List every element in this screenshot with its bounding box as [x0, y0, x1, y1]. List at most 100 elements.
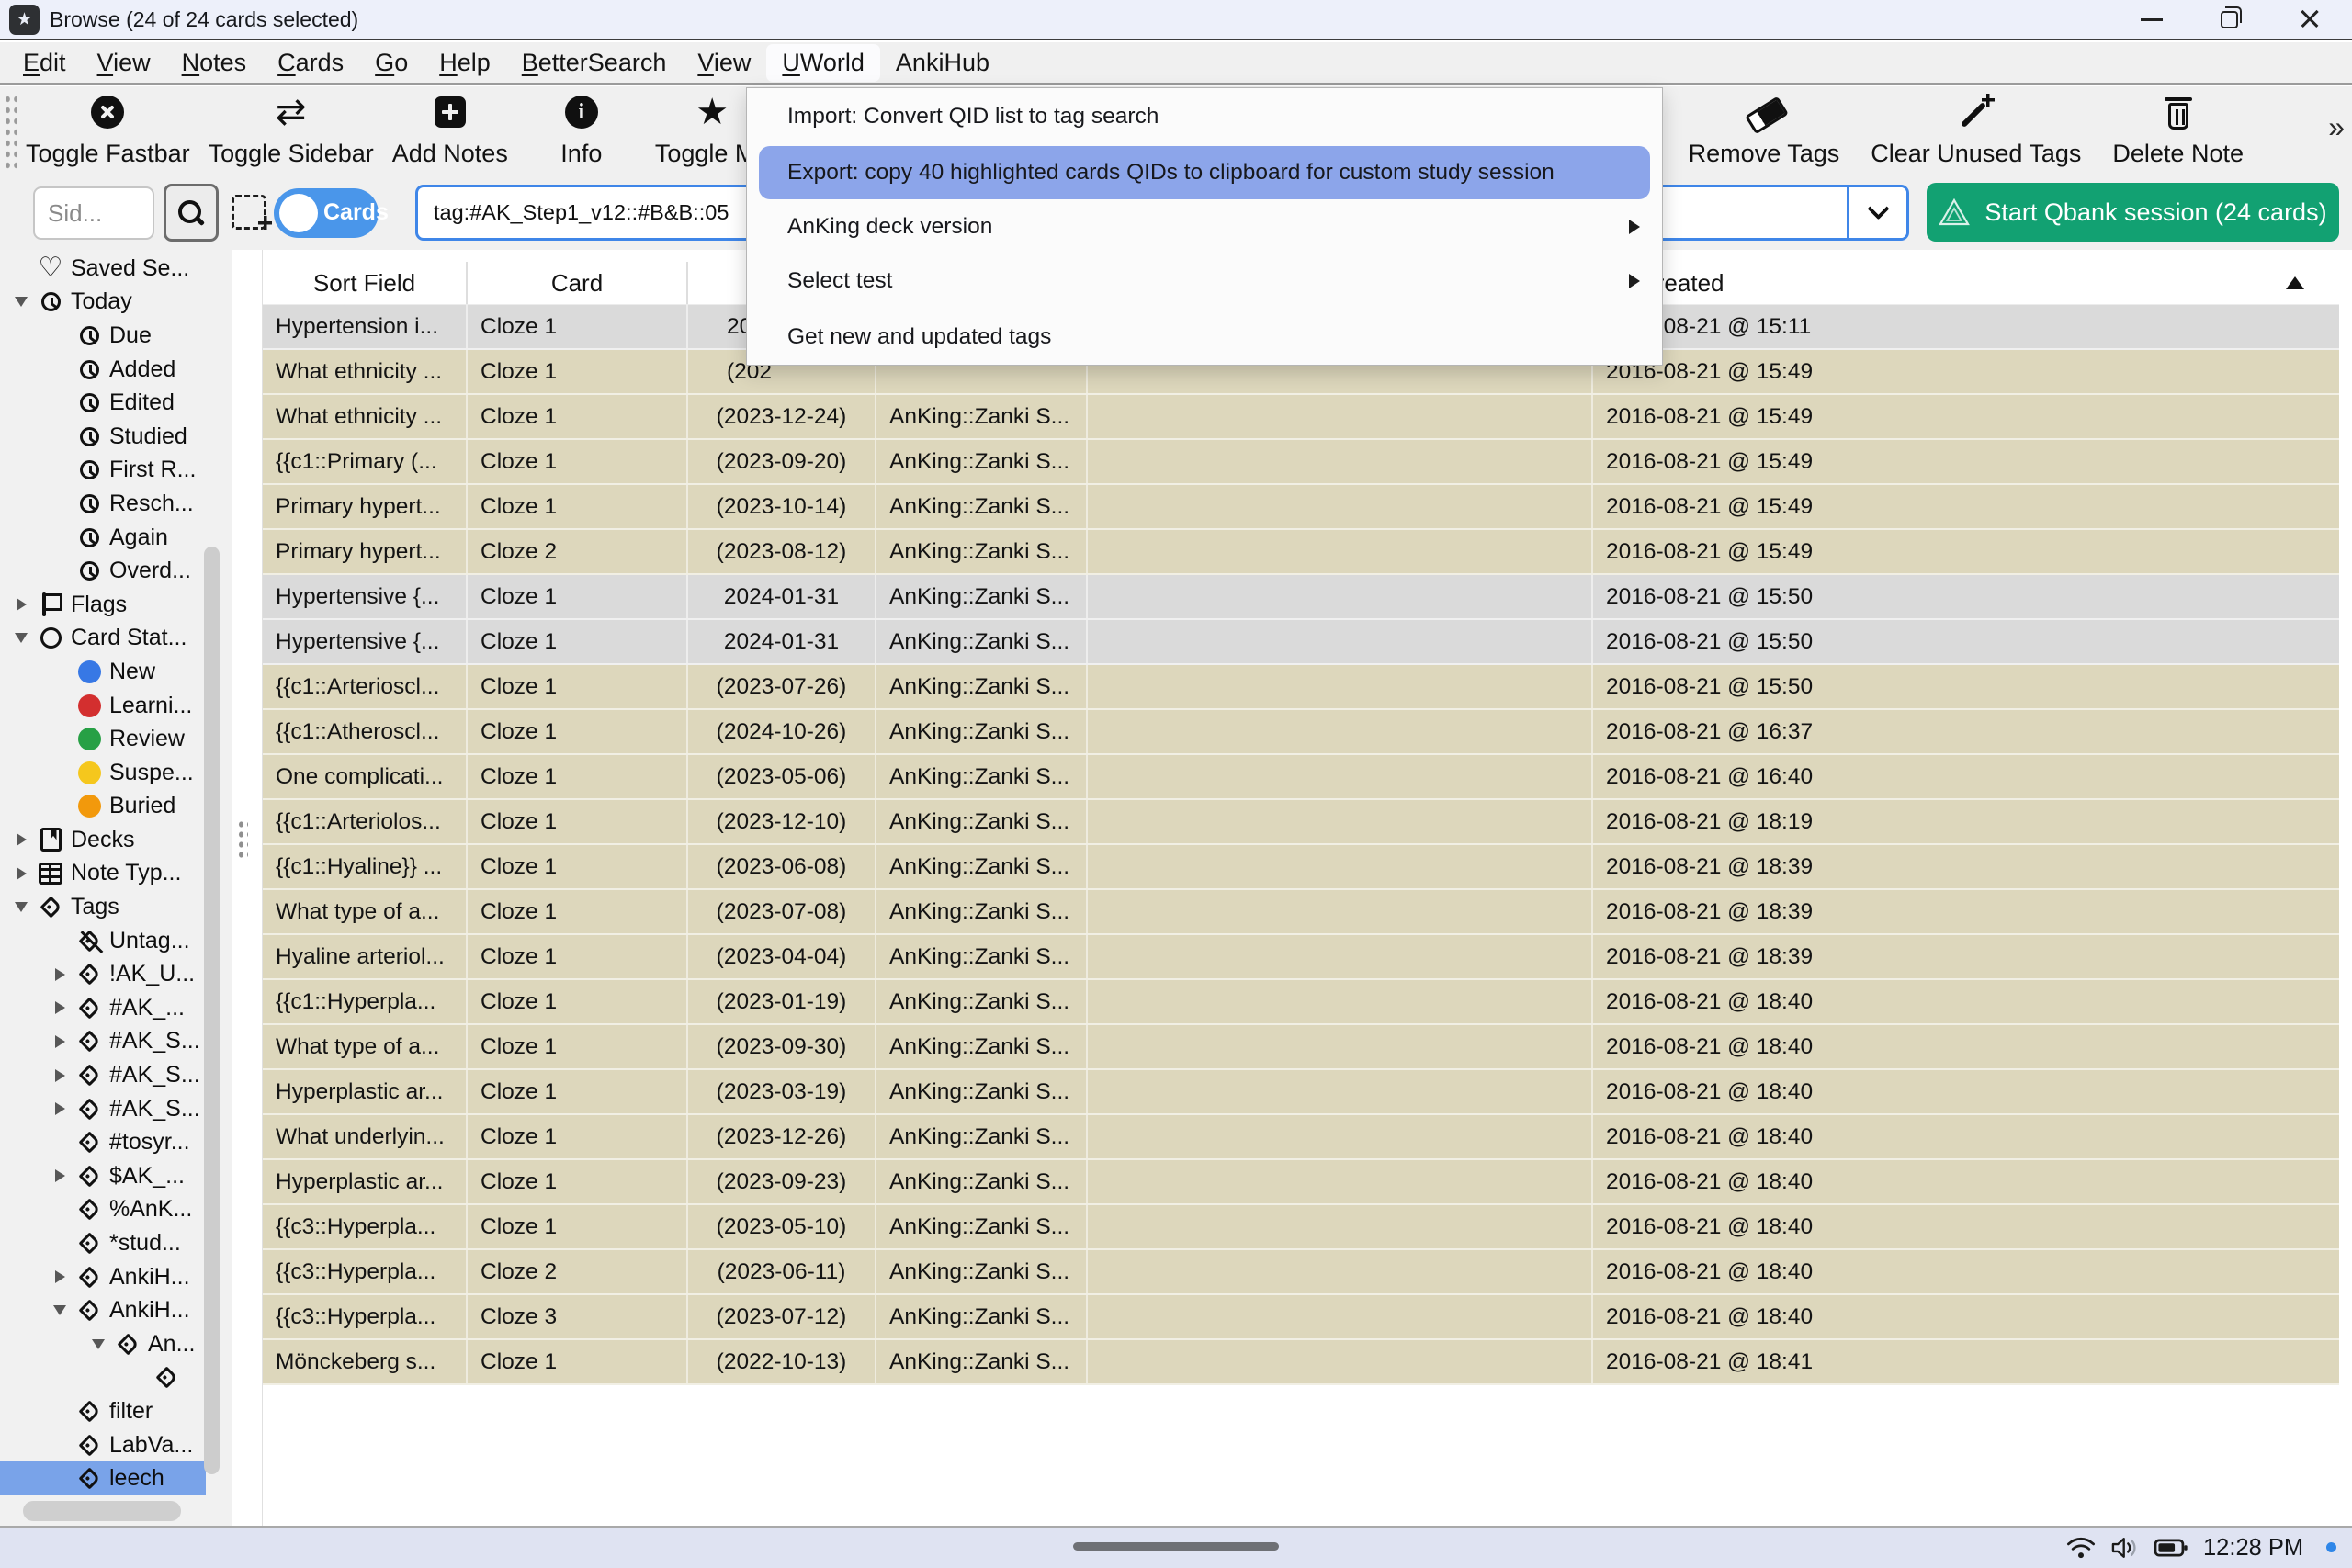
table-row[interactable]: Hyperplastic ar... Cloze 1 (2023-09-23) … [263, 1160, 2339, 1205]
caret-icon[interactable] [46, 1461, 74, 1495]
table-row[interactable]: What type of a... Cloze 1 (2023-07-08) A… [263, 890, 2339, 935]
sidebar-item[interactable]: %AnK... [0, 1193, 206, 1227]
table-row[interactable]: {{c1::Atheroscl... Cloze 1 (2024-10-26) … [263, 710, 2339, 755]
sidebar-item[interactable]: Today [0, 286, 206, 320]
caret-icon[interactable] [7, 252, 35, 286]
sidebar-item[interactable]: Buried [0, 790, 206, 824]
menubar-item[interactable]: Go [359, 44, 424, 82]
table-row[interactable]: Mönckeberg s... Cloze 1 (2022-10-13) AnK… [263, 1340, 2339, 1385]
start-qbank-session-button[interactable]: Start Qbank session (24 cards) [1927, 183, 2339, 242]
table-row[interactable]: {{c1::Arterioscl... Cloze 1 (2023-07-26)… [263, 665, 2339, 710]
menubar-item[interactable]: Notes [166, 44, 263, 82]
sidebar-item[interactable]: Card Stat... [0, 622, 206, 656]
caret-icon[interactable] [46, 1058, 74, 1092]
uworld-menu-item[interactable]: Import: Convert QID list to tag search [747, 88, 1662, 146]
caret-icon[interactable] [46, 1428, 74, 1462]
column-header-created[interactable]: Created [1593, 262, 2339, 304]
sidebar-item[interactable]: Saved Se... [0, 252, 206, 286]
sidebar-item[interactable]: Note Typ... [0, 857, 206, 891]
caret-icon[interactable] [46, 689, 74, 723]
caret-icon[interactable] [123, 1361, 151, 1395]
caret-icon[interactable] [46, 420, 74, 454]
menubar-item[interactable]: Edit [7, 44, 82, 82]
sidebar-item[interactable]: Flags [0, 588, 206, 622]
caret-icon[interactable] [46, 991, 74, 1025]
sidebar-item[interactable]: #AK_S... [0, 1092, 206, 1126]
caret-icon[interactable] [46, 1394, 74, 1428]
toolbar-button[interactable]: Toggle Fastbar [26, 92, 190, 168]
caret-icon[interactable] [46, 1125, 74, 1159]
sidebar-item[interactable]: #AK_S... [0, 1058, 206, 1092]
sidebar-item[interactable]: filter [0, 1394, 206, 1428]
toolbar-button[interactable]: Toggle Sidebar [209, 92, 374, 168]
table-row[interactable]: What type of a... Cloze 1 (2023-09-30) A… [263, 1025, 2339, 1070]
sidebar-horizontal-scrollbar[interactable] [23, 1501, 181, 1521]
sidebar-item[interactable]: Again [0, 521, 206, 555]
system-tray[interactable] [2065, 1531, 2188, 1564]
table-row[interactable]: {{c3::Hyperpla... Cloze 3 (2023-07-12) A… [263, 1295, 2339, 1340]
sidebar-item[interactable]: AnkiH... [0, 1293, 206, 1327]
caret-icon[interactable] [46, 1293, 74, 1327]
table-row[interactable]: {{c3::Hyperpla... Cloze 1 (2023-05-10) A… [263, 1205, 2339, 1250]
search-history-dropdown-button[interactable] [1849, 187, 1906, 238]
menubar-item[interactable]: View [682, 44, 766, 82]
caret-icon[interactable] [46, 454, 74, 488]
caret-icon[interactable] [46, 655, 74, 689]
table-row[interactable]: One complicati... Cloze 1 (2023-05-06) A… [263, 755, 2339, 800]
caret-icon[interactable] [7, 890, 35, 924]
caret-icon[interactable] [46, 722, 74, 756]
caret-icon[interactable] [46, 924, 74, 958]
toolbar-button[interactable]: Add Notes [392, 92, 508, 168]
sidebar-vertical-scrollbar[interactable] [204, 547, 220, 1474]
table-row[interactable]: {{c1::Hyperpla... Cloze 1 (2023-01-19) A… [263, 980, 2339, 1025]
menubar-item[interactable]: UWorld [766, 44, 880, 82]
sidebar-item[interactable]: Review [0, 722, 206, 756]
sidebar-item[interactable]: Tags [0, 890, 206, 924]
uworld-menu-item[interactable]: Get new and updated tags [747, 309, 1662, 365]
caret-icon[interactable] [46, 1226, 74, 1260]
caret-icon[interactable] [46, 957, 74, 991]
table-row[interactable]: Primary hypert... Cloze 1 (2023-10-14) A… [263, 485, 2339, 530]
sidebar-item[interactable]: $AK_... [0, 1159, 206, 1193]
caret-icon[interactable] [46, 1260, 74, 1294]
table-row[interactable]: Hypertensive {... Cloze 1 2024-01-31 AnK… [263, 620, 2339, 665]
sidebar-item[interactable]: !AK_U... [0, 957, 206, 991]
sidebar-item[interactable]: Untag... [0, 924, 206, 958]
menubar-item[interactable]: Cards [262, 44, 359, 82]
table-row[interactable]: What underlyin... Cloze 1 (2023-12-26) A… [263, 1115, 2339, 1160]
cards-notes-toggle[interactable]: Cards [274, 188, 379, 238]
caret-icon[interactable] [7, 857, 35, 891]
uworld-menu-item[interactable]: AnKing deck version [747, 199, 1662, 254]
menubar-item[interactable]: AnkiHub [880, 44, 1005, 82]
sidebar-item[interactable]: Suspe... [0, 756, 206, 790]
toolbar-button[interactable]: Clear Unused Tags [1871, 92, 2081, 168]
caret-icon[interactable] [46, 756, 74, 790]
table-row[interactable]: Hyperplastic ar... Cloze 1 (2023-03-19) … [263, 1070, 2339, 1115]
sidebar-item[interactable]: First R... [0, 454, 206, 488]
uworld-menu-item[interactable]: Export: copy 40 highlighted cards QIDs t… [759, 146, 1650, 199]
table-row[interactable]: Hyaline arteriol... Cloze 1 (2023-04-04)… [263, 935, 2339, 980]
caret-icon[interactable] [46, 1025, 74, 1059]
sidebar-item[interactable]: #AK_... [0, 991, 206, 1025]
table-row[interactable]: Primary hypert... Cloze 2 (2023-08-12) A… [263, 530, 2339, 575]
caret-icon[interactable] [46, 554, 74, 588]
selection-mode-icon[interactable] [232, 195, 266, 230]
table-row[interactable]: {{c1::Primary (... Cloze 1 (2023-09-20) … [263, 440, 2339, 485]
caret-icon[interactable] [46, 1092, 74, 1126]
menubar-item[interactable]: Help [424, 44, 506, 82]
sidebar-item[interactable]: Learni... [0, 689, 206, 723]
column-header-card[interactable]: Card [468, 262, 688, 304]
caret-icon[interactable] [7, 588, 35, 622]
sidebar-item[interactable]: Added [0, 353, 206, 387]
sidebar-item[interactable]: Edited [0, 386, 206, 420]
sidebar-filter-input[interactable] [33, 186, 154, 240]
sidebar-item[interactable]: #AK_S... [0, 1025, 206, 1059]
restore-button[interactable] [2199, 0, 2259, 39]
sidebar-item[interactable]: Decks [0, 823, 206, 857]
caret-icon[interactable] [46, 353, 74, 387]
column-header-sort-field[interactable]: Sort Field [263, 262, 468, 304]
menubar-item[interactable]: BetterSearch [506, 44, 683, 82]
caret-icon[interactable] [85, 1327, 112, 1361]
sidebar-item[interactable]: New [0, 655, 206, 689]
close-button[interactable] [2279, 0, 2340, 39]
